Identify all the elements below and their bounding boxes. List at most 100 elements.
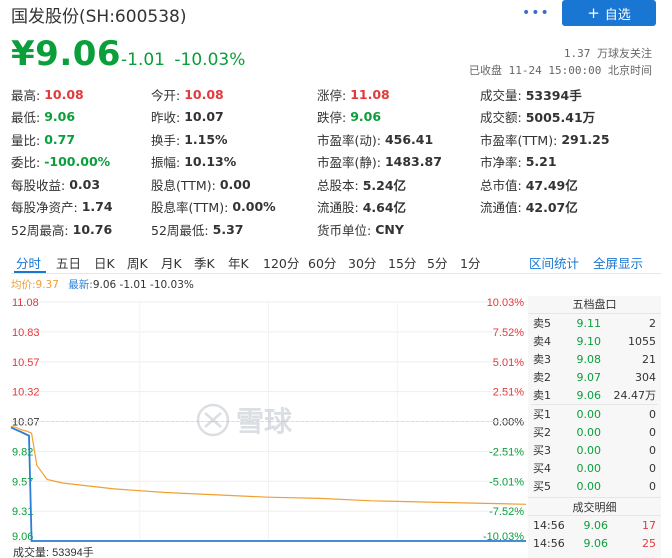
order-book-label: 卖1	[533, 389, 551, 402]
order-book-row: 卖3 9.08 21	[528, 350, 661, 368]
quote-label: 成交量:	[480, 87, 522, 103]
add-watchlist-button[interactable]: + 自选	[562, 0, 656, 26]
quote-value: 53394手	[525, 87, 582, 103]
quote-cell: 市盈率(TTM): 291.25	[480, 130, 661, 149]
tab-10[interactable]: 15分	[388, 253, 416, 272]
quote-label: 换手:	[151, 132, 181, 148]
tab-0[interactable]: 分时	[16, 253, 41, 272]
quote-value: 0.00	[219, 176, 251, 192]
quote-cell: 量比: 0.77	[11, 130, 151, 149]
trade-price: 9.06	[583, 536, 609, 550]
range-stats-link[interactable]: 区间统计	[529, 253, 579, 272]
order-book-volume: 2	[649, 316, 656, 330]
fullscreen-link[interactable]: 全屏显示	[593, 253, 643, 272]
trade-row: 14:56 9.06 25	[528, 534, 661, 552]
quote-cell: 跌停: 9.06	[317, 107, 480, 126]
tab-7[interactable]: 120分	[263, 253, 299, 272]
order-book-row: 卖1 9.06 24.47万	[528, 386, 661, 404]
order-book-label: 卖3	[533, 353, 551, 366]
quote-cell: 最高: 10.08	[11, 85, 151, 104]
pct-tick-label: -5.01%	[489, 476, 524, 488]
order-book-label: 买2	[533, 426, 551, 439]
tab-9[interactable]: 30分	[348, 253, 376, 272]
quote-cell: 成交额: 5005.41万	[480, 107, 661, 126]
quote-value: 42.07亿	[525, 200, 578, 216]
pct-tick-label: -2.51%	[489, 446, 524, 458]
order-book-label: 卖5	[533, 317, 551, 330]
quote-row: 量比: 0.77 换手: 1.15% 市盈率(动): 456.41 市盈率(TTM): 291…	[11, 128, 661, 151]
quote-cell: 涨停: 11.08	[317, 85, 480, 104]
quote-label: 52周最低:	[151, 222, 209, 238]
pct-tick-label: 0.00%	[493, 417, 524, 429]
quote-cell: 成交量: 53394手	[480, 85, 661, 104]
trade-time: 14:56	[533, 518, 565, 532]
order-book-price: 0.00	[576, 479, 602, 493]
order-book-row: 卖2 9.07 304	[528, 368, 661, 386]
order-book-label: 买4	[533, 462, 551, 475]
order-book-volume: 24.47万	[613, 389, 657, 402]
y-tick-label: 10.83	[12, 327, 40, 339]
trade-volume: 25	[642, 536, 656, 550]
intraday-chart[interactable]: 11.08 10.03% 10.83 7.52% 10.57 5.01% 10.32 2.51…	[0, 292, 530, 558]
quote-label: 市盈率(静):	[317, 155, 381, 171]
quote-row: 最低: 9.06 昨收: 10.07 跌停: 9.06 成交额: 5005.41万	[11, 106, 661, 129]
quote-cell: 昨收: 10.07	[151, 107, 317, 126]
y-tick-label: 10.32	[12, 387, 40, 399]
tab-1[interactable]: 五日	[56, 253, 81, 272]
tab-11[interactable]: 5分	[427, 253, 447, 272]
legend-latest-label: 最新:	[68, 279, 93, 291]
trade-price: 9.06	[583, 518, 609, 532]
quote-cell: 股息率(TTM): 0.00%	[151, 197, 317, 216]
order-book-price: 0.00	[576, 461, 602, 475]
quote-row: 最高: 10.08 今开: 10.08 涨停: 11.08 成交量: 53394手	[11, 83, 661, 106]
quote-row: 每股净资产: 1.74 股息率(TTM): 0.00% 流通股: 4.64亿 流通值: 42.…	[11, 196, 661, 219]
tab-2[interactable]: 日K	[94, 253, 115, 272]
quote-value: 10.08	[184, 86, 224, 102]
quote-cell: 每股净资产: 1.74	[11, 197, 151, 216]
quote-value: 5.21	[525, 154, 557, 170]
quote-label: 市盈率(TTM):	[480, 132, 558, 148]
add-watchlist-label: 自选	[604, 7, 631, 23]
quote-row: 委比: -100.00% 振幅: 10.13% 市盈率(静): 1483.87 市净率: 5.…	[11, 151, 661, 174]
change-value: -1.01	[121, 50, 165, 70]
quote-value: 0.03	[69, 176, 101, 192]
trade-volume: 17	[642, 518, 656, 532]
tab-12[interactable]: 1分	[460, 253, 480, 272]
tab-6[interactable]: 年K	[228, 253, 249, 272]
y-tick-label: 11.08	[12, 297, 39, 309]
quote-label: 量比:	[11, 132, 41, 148]
current-price: ¥9.06	[11, 34, 122, 74]
quote-cell: 52周最低: 5.37	[151, 220, 317, 239]
quote-cell: 换手: 1.15%	[151, 130, 317, 149]
quote-label: 市净率:	[480, 155, 522, 171]
order-book-row: 买2 0.00 0	[528, 423, 661, 441]
tab-3[interactable]: 周K	[127, 253, 148, 272]
tab-4[interactable]: 月K	[161, 253, 182, 272]
order-book-panel: 五档盘口 卖5 9.11 2 卖4 9.10 1055 卖3 9.08 21 卖2 9.07 304 卖…	[528, 296, 661, 558]
pct-tick-label: 5.01%	[493, 357, 524, 369]
quote-value: 1.74	[81, 199, 113, 215]
quote-label: 昨收:	[151, 110, 181, 126]
tab-5[interactable]: 季K	[194, 253, 215, 272]
order-book-label: 买5	[533, 480, 551, 493]
order-book-label: 买3	[533, 444, 551, 457]
quote-label: 股息(TTM):	[151, 177, 216, 193]
order-book-volume: 21	[642, 352, 656, 366]
y-tick-label: 10.07	[12, 417, 40, 429]
quote-value: 10.08	[44, 86, 84, 102]
chart-legend: 均价:9.37 最新:9.06 -1.01 -10.03%	[11, 277, 194, 292]
quote-label: 市盈率(动):	[317, 132, 381, 148]
more-icon[interactable]: •••	[522, 5, 550, 21]
quote-grid: 最高: 10.08 今开: 10.08 涨停: 11.08 成交量: 53394手 最低: 9.0…	[11, 83, 661, 241]
order-book-row: 卖4 9.10 1055	[528, 332, 661, 350]
chart-tabs: 分时 五日 日K 周K 月K 季K 年K 120分 60分 30分 15分 5分 1分 区间统计 全屏显示	[11, 248, 661, 274]
quote-cell: 今开: 10.08	[151, 85, 317, 104]
followers-count: 1.37 万球友关注	[563, 47, 652, 60]
quote-value: 4.64亿	[362, 200, 407, 216]
order-book-volume: 0	[649, 461, 656, 475]
quote-cell: 最低: 9.06	[11, 107, 151, 126]
tab-8[interactable]: 60分	[308, 253, 336, 272]
quote-value: 0.77	[44, 131, 76, 147]
order-book-row: 买3 0.00 0	[528, 441, 661, 459]
quote-label: 最高:	[11, 87, 41, 103]
